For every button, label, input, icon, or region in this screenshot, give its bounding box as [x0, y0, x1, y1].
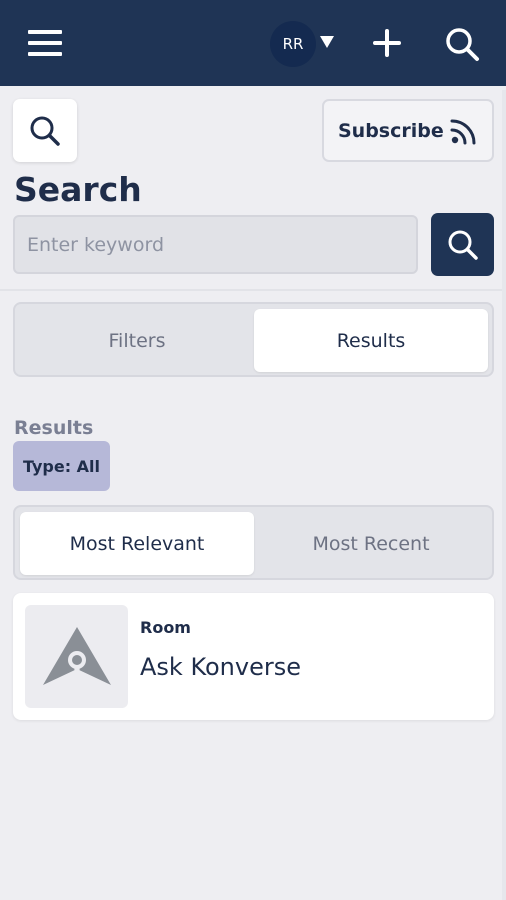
subscribe-label: Subscribe — [338, 119, 444, 142]
subscribe-button[interactable]: Subscribe — [322, 99, 494, 162]
add-icon[interactable] — [372, 28, 402, 58]
result-title: Ask Konverse — [140, 653, 301, 681]
header-search-icon[interactable] — [444, 26, 480, 62]
type-filter-chip[interactable]: Type: All — [13, 441, 110, 491]
search-icon — [30, 116, 60, 146]
results-heading: Results — [14, 417, 94, 439]
section-divider — [0, 289, 506, 291]
search-toggle-button[interactable] — [13, 99, 77, 162]
hamburger-menu-icon[interactable] — [28, 30, 62, 58]
filters-results-toggle: Filters Results — [13, 302, 494, 377]
avatar-dropdown-caret-icon[interactable] — [320, 36, 334, 48]
page-title: Search — [14, 170, 142, 209]
top-app-bar: RR — [0, 0, 506, 86]
submit-search-button[interactable] — [431, 213, 494, 276]
sort-most-relevant[interactable]: Most Relevant — [20, 512, 254, 575]
search-icon — [448, 230, 478, 260]
konverse-logo-icon — [42, 626, 111, 685]
tab-filters[interactable]: Filters — [20, 309, 254, 372]
user-avatar[interactable]: RR — [270, 21, 316, 67]
room-thumbnail — [25, 605, 128, 708]
sort-most-recent[interactable]: Most Recent — [254, 512, 488, 575]
tab-results[interactable]: Results — [254, 309, 488, 372]
keyword-search-input[interactable] — [13, 215, 418, 274]
result-type-label: Room — [140, 618, 191, 637]
sort-toggle: Most Relevant Most Recent — [13, 505, 494, 580]
result-card[interactable]: Room Ask Konverse — [13, 593, 494, 720]
rss-feed-icon — [450, 119, 476, 145]
scrollbar[interactable] — [502, 90, 506, 900]
